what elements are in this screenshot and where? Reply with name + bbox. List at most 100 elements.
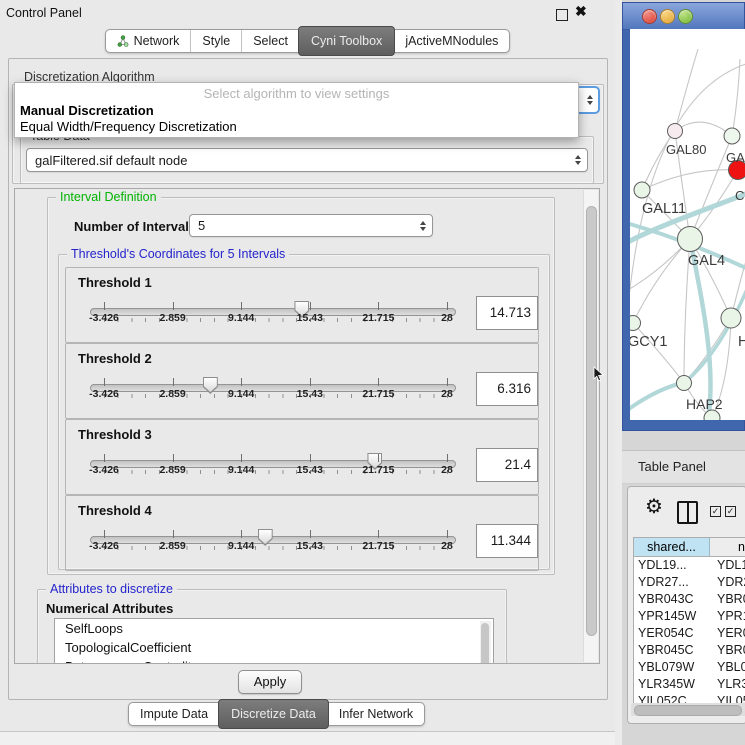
tab-label: Network [134, 30, 180, 52]
table-body[interactable]: YDL19...YDL19YDR27...YDR27YBR043CYBR04YP… [633, 557, 745, 703]
network-node[interactable] [668, 124, 683, 139]
threshold-slider[interactable]: -3.4262.8599.14415.4321.71528 [66, 454, 476, 492]
tick-label: 15.43 [297, 464, 323, 476]
attribute-item[interactable]: TopologicalCoefficient [55, 638, 493, 657]
tab-style[interactable]: Style [190, 30, 241, 52]
settings-vertical-scrollbar[interactable] [583, 190, 598, 662]
cell-name[interactable]: YDR27 [713, 574, 745, 591]
network-node[interactable] [724, 128, 740, 144]
major-tick [104, 378, 105, 386]
threshold-slider[interactable]: -3.4262.8599.14415.4321.71528 [66, 378, 476, 416]
stepper-arrows-icon [575, 155, 581, 165]
tick-label: 15.43 [297, 540, 323, 552]
slider-track[interactable] [90, 384, 456, 392]
attribute-item[interactable]: BetweennessCentrality [55, 657, 493, 664]
scrollbar-thumb[interactable] [586, 206, 597, 636]
column-header-name[interactable]: name [710, 538, 745, 556]
cell-name[interactable]: YER05 [713, 625, 745, 642]
slider-ticks [104, 394, 448, 403]
table-row[interactable]: YLR345WYLR34 [634, 676, 745, 693]
tick-label: 2.859 [159, 312, 185, 324]
threshold-value-field[interactable]: 11.344 [476, 524, 538, 558]
menu-item-equal-width-frequency[interactable]: Equal Width/Frequency Discretization [20, 119, 237, 134]
cell-name[interactable]: YIL05 [713, 693, 745, 703]
threshold-slider[interactable]: -3.4262.8599.14415.4321.71528 [66, 530, 476, 568]
tab-discretize-data[interactable]: Discretize Data [218, 699, 329, 729]
apply-button[interactable]: Apply [238, 670, 302, 694]
numerical-attributes-list[interactable]: SelfLoopsTopologicalCoefficientBetweenne… [54, 618, 494, 664]
table-horizontal-scrollbar[interactable] [631, 703, 745, 716]
tab-infer-network[interactable]: Infer Network [328, 703, 424, 725]
menu-item-manual-discretization[interactable]: Manual Discretization [20, 103, 154, 118]
cell-name[interactable]: YPR14 [713, 608, 745, 625]
slider-track[interactable] [90, 536, 456, 544]
cell-name[interactable]: YBR04 [713, 642, 745, 659]
table-row[interactable]: YBR043CYBR04 [634, 591, 745, 608]
attributes-list-scrollbar[interactable] [480, 621, 491, 664]
checkbox-icon[interactable]: ✓ [725, 506, 736, 517]
columns-icon[interactable] [677, 501, 698, 524]
table-row[interactable]: YDR27...YDR27 [634, 574, 745, 591]
threshold-value-field[interactable]: 6.316 [476, 372, 538, 406]
network-node-gcy1[interactable] [630, 316, 641, 331]
checkbox-icon[interactable]: ✓ [710, 506, 721, 517]
cell-name[interactable]: YDL19 [713, 557, 745, 574]
minimize-traffic-light-icon[interactable] [660, 9, 675, 24]
threshold-slider[interactable]: -3.4262.8599.14415.4321.71528 [66, 302, 476, 340]
network-node-hap2[interactable] [677, 376, 692, 391]
cell-shared-name[interactable]: YDR27... [634, 574, 713, 591]
table-row[interactable]: YDL19...YDL19 [634, 557, 745, 574]
tick-label: 28 [441, 464, 453, 476]
zoom-traffic-light-icon[interactable] [678, 9, 693, 24]
num-intervals-combo[interactable]: 5 [189, 214, 433, 237]
table-row[interactable]: YER054CYER05 [634, 625, 745, 642]
table-data-combo[interactable]: galFiltered.sif default node [26, 148, 588, 172]
threshold-row: Threshold 4 -3.4262.8599.14415.4321.7152… [65, 495, 539, 571]
node-label: H [738, 334, 745, 350]
scrollbar-thumb[interactable] [634, 705, 742, 716]
major-tick [310, 302, 311, 310]
table-row[interactable]: YBL079WYBL07 [634, 659, 745, 676]
column-header-shared-name[interactable]: shared... [634, 538, 710, 556]
cell-name[interactable]: YBR04 [713, 591, 745, 608]
cell-shared-name[interactable]: YBR043C [634, 591, 713, 608]
cell-name[interactable]: YLR34 [713, 676, 745, 693]
tab-cyni-toolbox[interactable]: Cyni Toolbox [298, 26, 395, 56]
threshold-value-field[interactable]: 21.4 [476, 448, 538, 482]
tab-jactivemnodules[interactable]: jActiveMNodules [394, 30, 509, 52]
major-tick [173, 530, 174, 538]
network-node-gal11[interactable] [634, 182, 650, 198]
cell-shared-name[interactable]: YLR345W [634, 676, 713, 693]
gear-icon[interactable]: ⚙ [645, 497, 663, 517]
attribute-item[interactable]: SelfLoops [55, 619, 493, 638]
cell-shared-name[interactable]: YIL052C [634, 693, 713, 703]
network-node[interactable] [721, 308, 741, 328]
slider-track[interactable] [90, 460, 456, 468]
cell-shared-name[interactable]: YPR145W [634, 608, 713, 625]
major-tick [378, 302, 379, 310]
major-tick [378, 378, 379, 386]
tab-select[interactable]: Select [241, 30, 299, 52]
algorithm-hint: Select algorithm to view settings [15, 86, 578, 101]
scrollbar-thumb[interactable] [481, 623, 489, 664]
cell-shared-name[interactable]: YBL079W [634, 659, 713, 676]
tick-label: 9.144 [228, 540, 254, 552]
close-traffic-light-icon[interactable] [642, 9, 657, 24]
cell-name[interactable]: YBL07 [713, 659, 745, 676]
network-canvas[interactable]: GAL80 GA C GAL11 GAL4 GCY1 H HAP2 [630, 29, 745, 420]
table-row[interactable]: YPR145WYPR14 [634, 608, 745, 625]
cell-shared-name[interactable]: YDL19... [634, 557, 713, 574]
slider-track[interactable] [90, 308, 456, 316]
close-icon[interactable]: ✖ [575, 3, 587, 20]
network-window-titlebar[interactable] [623, 3, 744, 30]
threshold-row: Threshold 3 -3.4262.8599.14415.4321.7152… [65, 419, 539, 495]
network-node-gal4[interactable] [678, 227, 703, 252]
table-row[interactable]: YBR045CYBR04 [634, 642, 745, 659]
float-window-icon[interactable] [556, 9, 568, 21]
cell-shared-name[interactable]: YBR045C [634, 642, 713, 659]
table-row[interactable]: YIL052CYIL05 [634, 693, 745, 703]
tab-network[interactable]: Network [106, 30, 191, 52]
cell-shared-name[interactable]: YER054C [634, 625, 713, 642]
threshold-value-field[interactable]: 14.713 [476, 296, 538, 330]
tab-impute-data[interactable]: Impute Data [129, 703, 219, 725]
